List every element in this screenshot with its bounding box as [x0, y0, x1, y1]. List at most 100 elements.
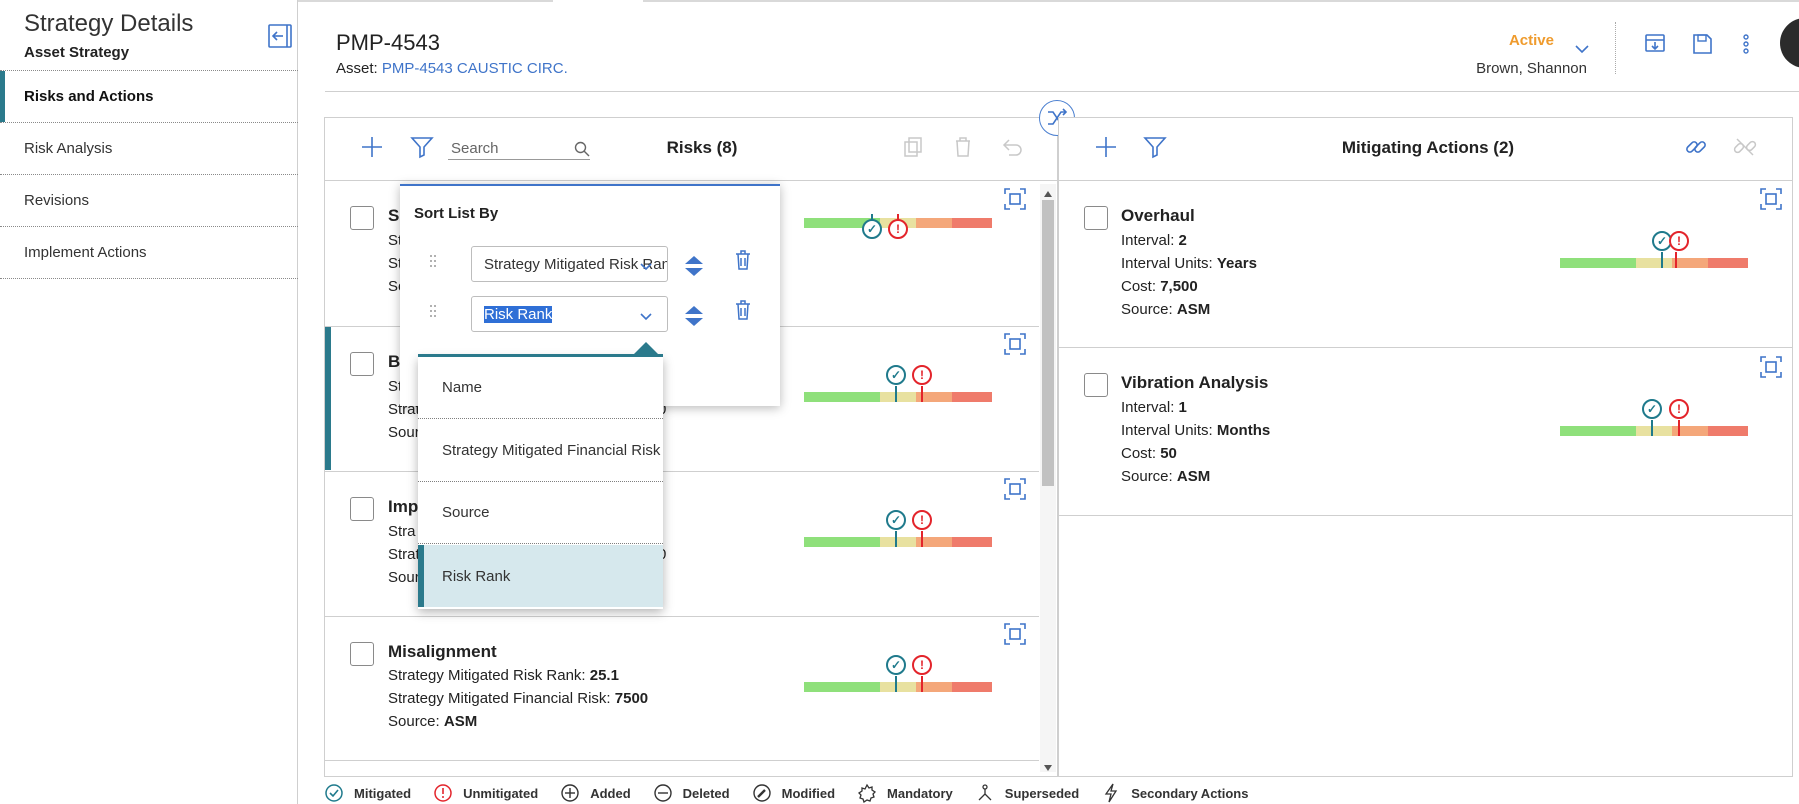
- sort-title: Sort List By: [414, 205, 499, 222]
- dropdown-option[interactable]: Strategy Mitigated Financial Risk: [418, 420, 663, 482]
- link-icon[interactable]: [1682, 133, 1710, 161]
- header-divider: [325, 91, 1799, 92]
- legend-label: Deleted: [682, 785, 730, 801]
- sort-direction-icon[interactable]: [683, 303, 705, 329]
- remove-sort-icon[interactable]: [733, 299, 753, 321]
- risk-checkbox[interactable]: [350, 497, 374, 521]
- expand-icon[interactable]: [1003, 187, 1027, 211]
- sidebar-item-label: Risks and Actions: [24, 88, 154, 105]
- save-icon[interactable]: [1688, 30, 1716, 58]
- action-checkbox[interactable]: [1084, 373, 1108, 397]
- risk-line: Strat: [388, 546, 420, 563]
- chevron-down-icon[interactable]: [639, 259, 653, 271]
- sidebar-item-revisions[interactable]: Revisions: [0, 175, 298, 227]
- status-badge[interactable]: Active: [1474, 32, 1554, 49]
- unmitigated-icon: !: [888, 219, 908, 239]
- risk-line: Sour: [388, 424, 420, 441]
- legend-label: Mandatory: [887, 785, 953, 801]
- risk-matrix-bar: [804, 682, 992, 692]
- field-label: Strategy Mitigated Financial Risk:: [388, 690, 611, 707]
- add-icon[interactable]: [1092, 133, 1120, 161]
- dropdown-option-selected[interactable]: Risk Rank: [418, 545, 663, 607]
- action-checkbox[interactable]: [1084, 206, 1108, 230]
- action-line: Interval: 2: [1121, 232, 1187, 249]
- add-icon[interactable]: [358, 133, 386, 161]
- field-value: 25.1: [589, 667, 619, 684]
- expand-icon[interactable]: [1003, 332, 1027, 356]
- risk-checkbox[interactable]: [350, 352, 374, 376]
- sort-field-2-value: Risk Rank: [484, 305, 553, 323]
- chevron-down-icon[interactable]: [1574, 42, 1590, 54]
- unmitigated-icon: !: [912, 655, 932, 675]
- drag-handle-icon[interactable]: [428, 254, 438, 268]
- risk-checkbox[interactable]: [350, 206, 374, 230]
- action-line: Interval Units: Years: [1121, 255, 1257, 272]
- expand-icon[interactable]: [1759, 187, 1783, 211]
- risk-line: Strategy Mitigated Financial Risk: 7500: [388, 690, 648, 707]
- legend-item: Superseded: [975, 783, 1079, 803]
- expand-icon[interactable]: [1003, 622, 1027, 646]
- header-separator: [1615, 22, 1616, 74]
- unmitigated-marker: [921, 386, 923, 402]
- collapse-sidebar-icon[interactable]: [268, 24, 292, 48]
- unlink-icon[interactable]: [1731, 133, 1759, 161]
- risk-title: Imp: [388, 497, 419, 516]
- sidebar-item-risks-and-actions[interactable]: Risks and Actions: [0, 71, 298, 123]
- mitigated-icon: ✓: [886, 365, 906, 385]
- field-value: ASM: [1176, 301, 1211, 318]
- risk-title: Misalignment: [388, 642, 497, 661]
- actions-header-divider: [1059, 180, 1792, 181]
- expand-icon[interactable]: [1759, 355, 1783, 379]
- risk-checkbox[interactable]: [350, 642, 374, 666]
- search-icon[interactable]: [573, 140, 591, 158]
- field-value: 50: [1160, 445, 1177, 462]
- card-divider: [1059, 515, 1792, 516]
- sidebar-subtitle: Asset Strategy: [24, 44, 130, 61]
- field-label: Interval Units:: [1121, 255, 1213, 272]
- delete-icon[interactable]: [949, 133, 977, 161]
- dropdown-option[interactable]: Name: [418, 357, 663, 419]
- scroll-up-icon[interactable]: [1042, 186, 1054, 197]
- risk-matrix-bar: [804, 392, 992, 402]
- avatar[interactable]: [1780, 18, 1799, 68]
- unmitigated-icon: !: [912, 510, 932, 530]
- drag-handle-icon[interactable]: [428, 304, 438, 318]
- copy-icon[interactable]: [899, 133, 927, 161]
- option-label: Name: [442, 379, 483, 396]
- download-icon[interactable]: [1641, 30, 1669, 58]
- deleted-icon: [653, 784, 672, 802]
- chevron-down-icon[interactable]: [639, 309, 653, 321]
- sidebar-item-implement-actions[interactable]: Implement Actions: [0, 227, 298, 279]
- sidebar-item-risk-analysis[interactable]: Risk Analysis: [0, 123, 298, 175]
- action-title: Vibration Analysis: [1121, 373, 1269, 392]
- search-placeholder: Search: [451, 140, 499, 157]
- sort-direction-icon[interactable]: [683, 253, 705, 279]
- field-value: 7500: [614, 690, 649, 707]
- legend-label: Added: [590, 785, 631, 801]
- field-label: Source:: [1121, 468, 1173, 485]
- field-label: Source:: [1121, 301, 1173, 318]
- field-label: Cost:: [1121, 278, 1157, 295]
- dropdown-option[interactable]: Source: [418, 482, 663, 544]
- legend-item: Unmitigated: [433, 783, 538, 803]
- selected-card-indicator: [325, 327, 331, 470]
- risk-matrix-bar: [1560, 258, 1748, 268]
- risk-line: Stra: [388, 523, 416, 540]
- more-options-icon[interactable]: [1732, 30, 1760, 58]
- filter-icon[interactable]: [1141, 133, 1169, 161]
- scrollbar-thumb[interactable]: [1042, 200, 1054, 486]
- undo-icon[interactable]: [997, 133, 1025, 161]
- scroll-down-icon[interactable]: [1042, 760, 1054, 771]
- field-label: Interval Units:: [1121, 422, 1213, 439]
- action-line: Interval: 1: [1121, 399, 1187, 416]
- sidebar-item-label: Revisions: [24, 192, 90, 209]
- card-divider: [325, 760, 1039, 761]
- actions-title: Mitigating Actions (2): [1341, 138, 1515, 157]
- unmitigated-icon: !: [912, 365, 932, 385]
- expand-icon[interactable]: [1003, 477, 1027, 501]
- legend-item: Deleted: [653, 783, 730, 803]
- mitigated-icon: ✓: [886, 510, 906, 530]
- remove-sort-icon[interactable]: [733, 249, 753, 271]
- asset-link[interactable]: PMP-4543 CAUSTIC CIRC.: [382, 60, 568, 77]
- filter-icon[interactable]: [408, 133, 436, 161]
